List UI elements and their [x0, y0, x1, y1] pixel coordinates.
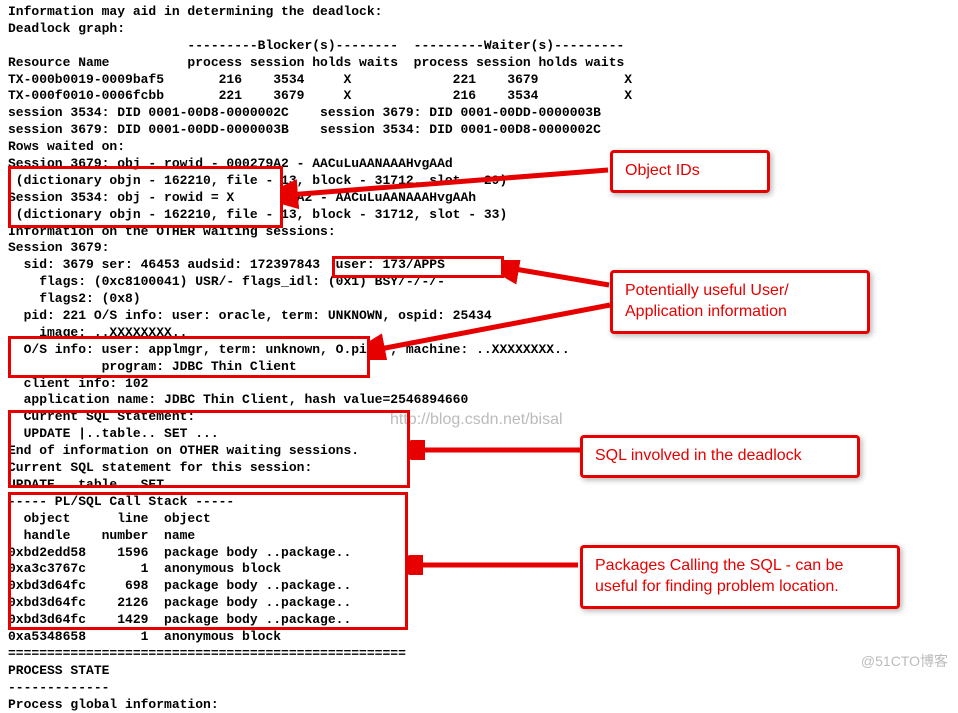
callout-user-app: Potentially useful User/ Application inf… [610, 270, 870, 334]
trace-line: Process global information: [8, 697, 950, 713]
trace-line: TX-000b0019-0009baf5 216 3534 X 221 3679… [8, 72, 950, 89]
trace-line: Session 3534: obj - rowid = X 79A2 - AAC… [8, 190, 950, 207]
trace-line: handle number name [8, 528, 950, 545]
trace-line: ---------Blocker(s)-------- ---------Wai… [8, 38, 950, 55]
callout-object-ids: Object IDs [610, 150, 770, 193]
trace-line: O/S info: user: applmgr, term: unknown, … [8, 342, 950, 359]
trace-line: ----- PL/SQL Call Stack ----- [8, 494, 950, 511]
callout-packages: Packages Calling the SQL - can be useful… [580, 545, 900, 609]
trace-line: Session 3679: obj - rowid - 000279A2 - A… [8, 156, 950, 173]
trace-line: PROCESS STATE [8, 663, 950, 680]
trace-line: object line object [8, 511, 950, 528]
trace-line: Resource Name process session holds wait… [8, 55, 950, 72]
trace-line: application name: JDBC Thin Client, hash… [8, 392, 950, 409]
trace-line: (dictionary objn - 162210, file - 13, bl… [8, 173, 950, 190]
trace-line: UPDATE ..table.. SET ... [8, 477, 950, 494]
trace-line: client info: 102 [8, 376, 950, 393]
trace-line: ========================================… [8, 646, 950, 663]
trace-line: Session 3679: [8, 240, 950, 257]
trace-line: Current SQL Statement: [8, 409, 950, 426]
trace-line: Rows waited on: [8, 139, 950, 156]
trace-line: program: JDBC Thin Client [8, 359, 950, 376]
trace-line: 0xbd3d64fc 1429 package body ..package.. [8, 612, 950, 629]
trace-line: (dictionary objn - 162210, file - 13, bl… [8, 207, 950, 224]
trace-line: Deadlock graph: [8, 21, 950, 38]
trace-line: session 3534: DID 0001-00D8-0000002C ses… [8, 105, 950, 122]
trace-line: Information may aid in determining the d… [8, 4, 950, 21]
trace-line: ------------- [8, 680, 950, 697]
trace-line: TX-000f0010-0006fcbb 221 3679 X 216 3534… [8, 88, 950, 105]
callout-sql: SQL involved in the deadlock [580, 435, 860, 478]
trace-line: 0xa5348658 1 anonymous block [8, 629, 950, 646]
trace-line: Information on the OTHER waiting session… [8, 224, 950, 241]
trace-line: session 3679: DID 0001-00DD-0000003B ses… [8, 122, 950, 139]
